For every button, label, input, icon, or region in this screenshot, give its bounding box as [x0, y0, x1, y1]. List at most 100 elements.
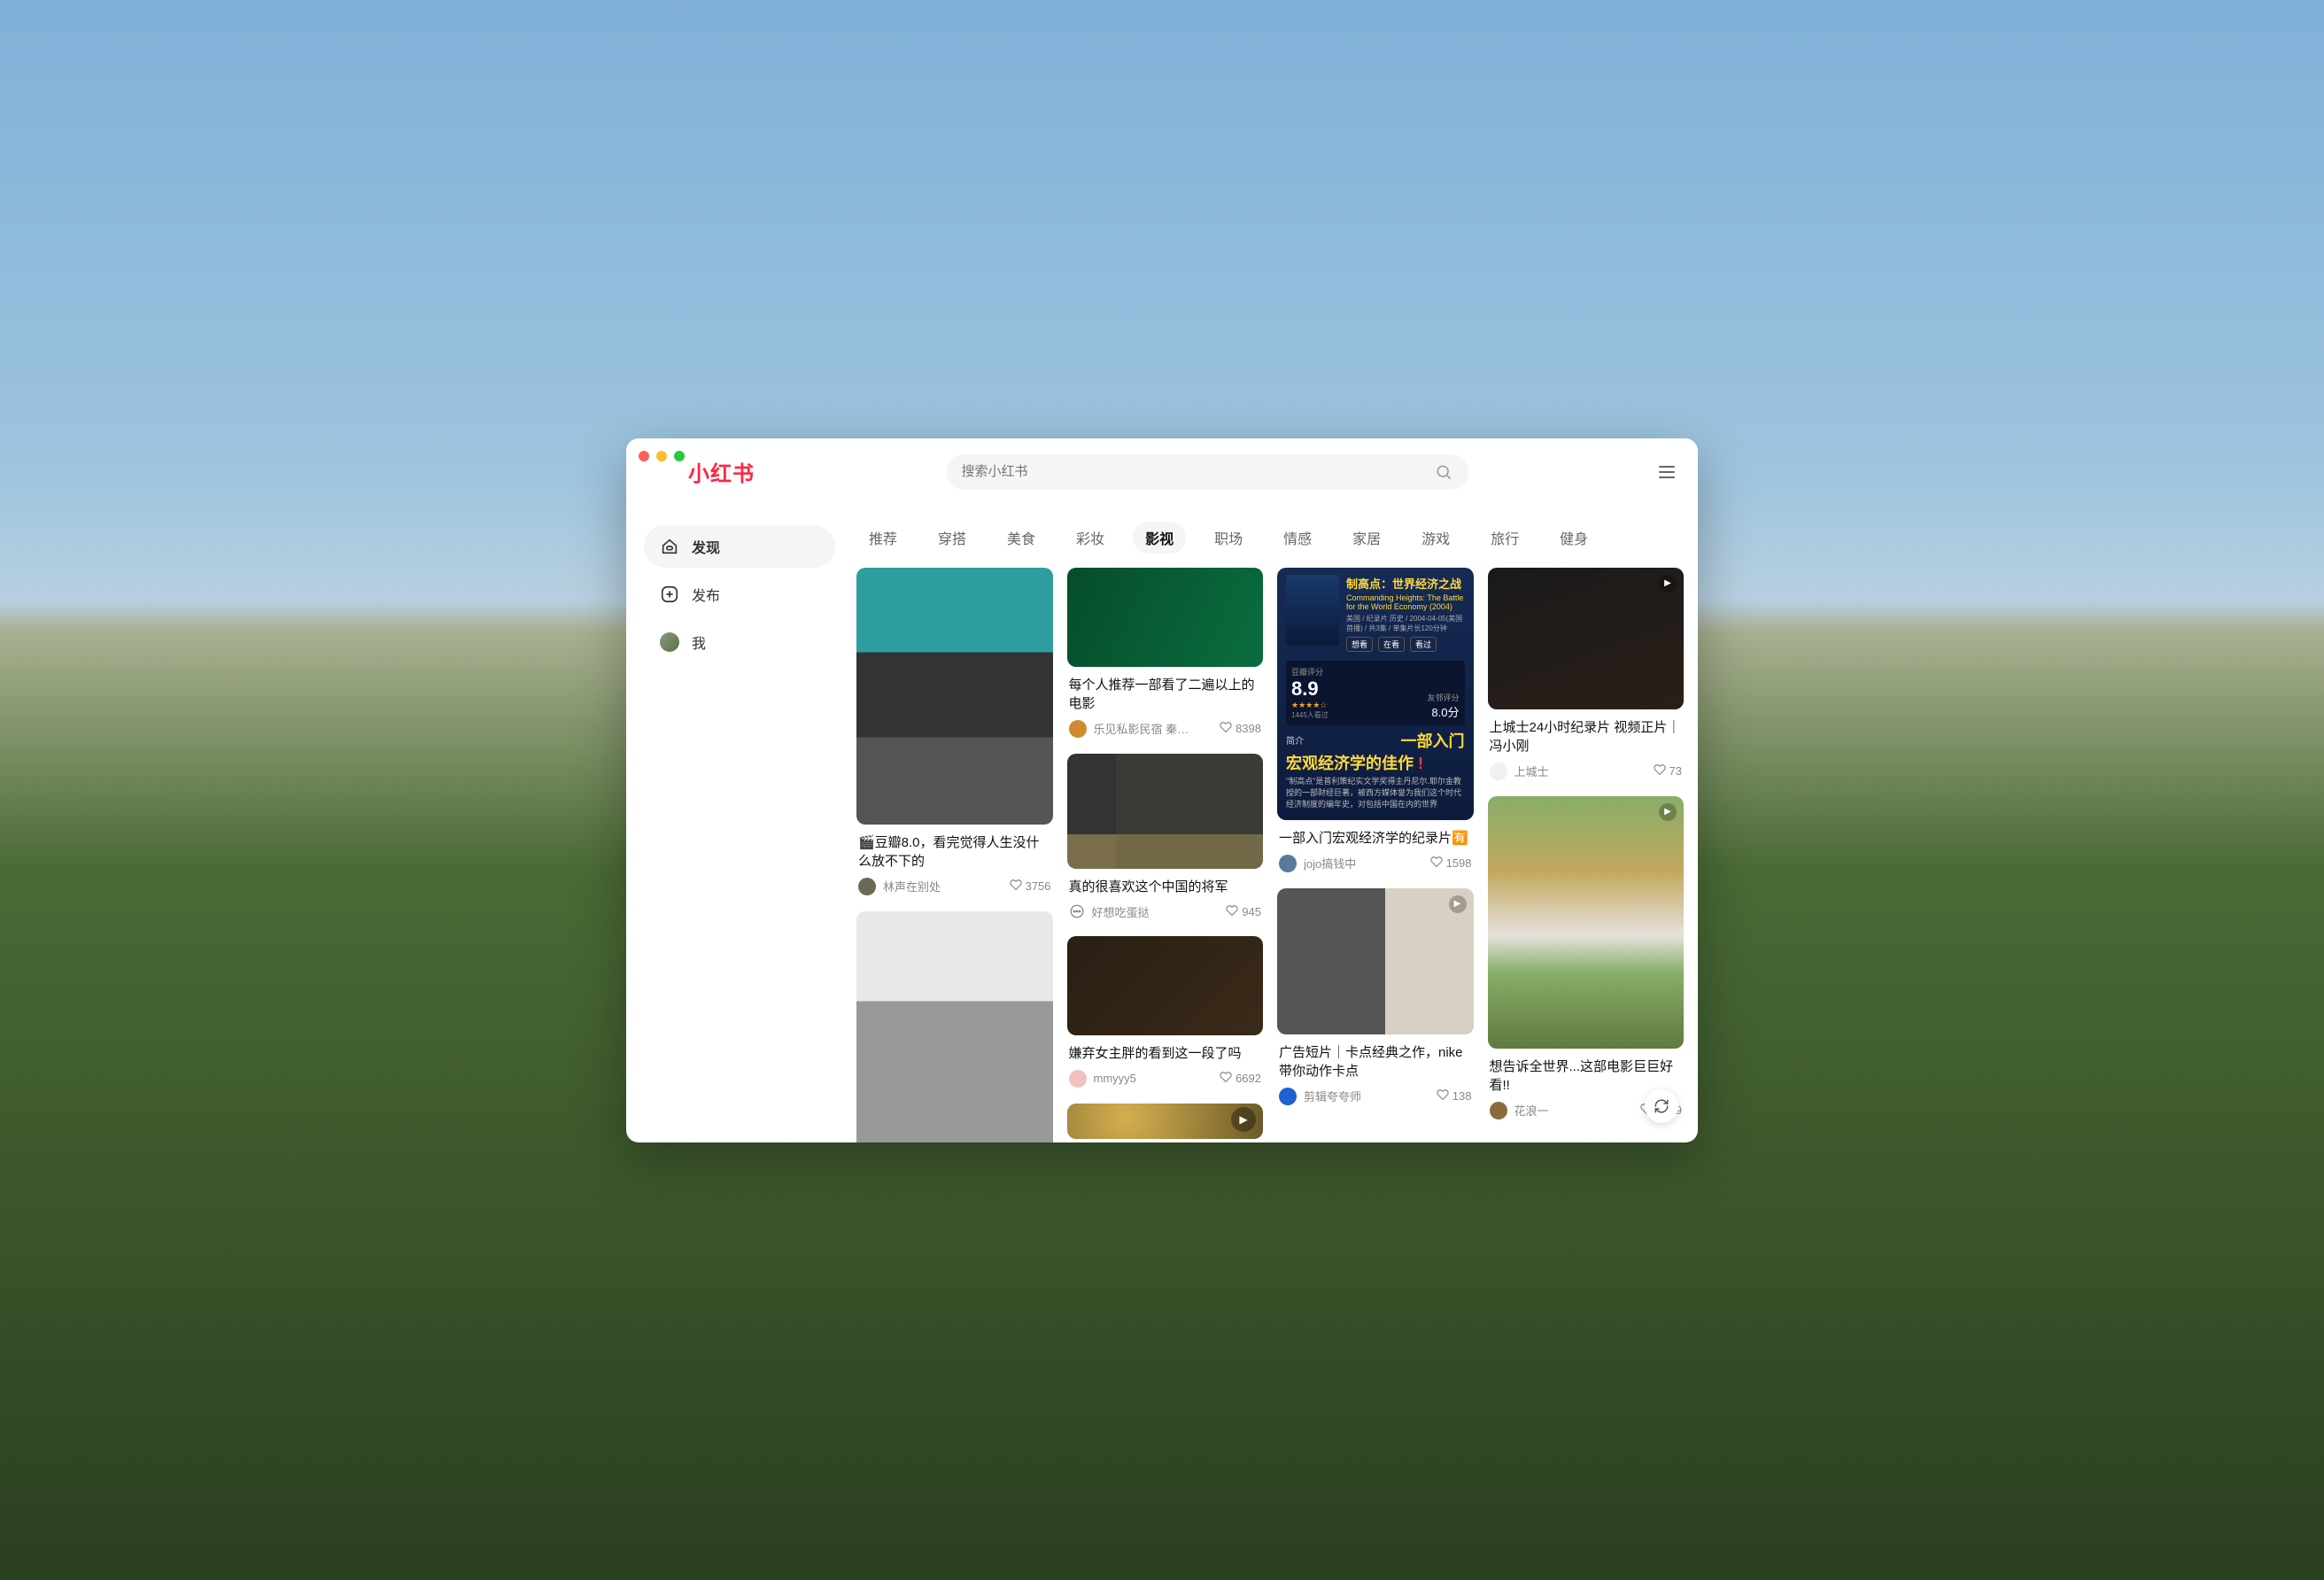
feed-card[interactable]: 嫌弃女主胖的看到这一段了吗 mmyyy5 6692 [1067, 936, 1264, 1088]
like-count: 1598 [1446, 856, 1472, 870]
fullscreen-window-button[interactable] [674, 451, 685, 461]
like-button[interactable]: 8398 [1220, 721, 1261, 736]
card-author[interactable]: jojo搞钱中 [1279, 855, 1356, 872]
card-author[interactable]: 上城士 [1490, 763, 1549, 780]
card-footer: 上城士 73 [1488, 763, 1685, 780]
feed-card[interactable]: ▶上城士24小时纪录片 视频正片｜冯小刚上城士73 [1488, 568, 1685, 780]
minimize-window-button[interactable] [656, 451, 667, 461]
card-thumbnail[interactable]: 制高点：世界经济之战 Commanding Heights: The Battl… [1277, 568, 1474, 820]
card-footer: 乐见私影民宿 秦… 8398 [1067, 720, 1264, 738]
card-author[interactable]: 花浪一 [1490, 1102, 1549, 1119]
sidebar-item-label: 我 [692, 631, 706, 653]
card-title: 嫌弃女主胖的看到这一段了吗 [1069, 1044, 1262, 1063]
author-name: 剪辑夸夸师 [1304, 1088, 1361, 1104]
search-input[interactable] [962, 464, 1426, 479]
tab-情感[interactable]: 情感 [1271, 522, 1324, 554]
feed-card[interactable] [856, 911, 1053, 1142]
avatar-icon [660, 632, 679, 652]
tab-穿搭[interactable]: 穿搭 [926, 522, 979, 554]
feed-card[interactable]: 制高点：世界经济之战 Commanding Heights: The Battl… [1277, 568, 1474, 872]
tab-彩妆[interactable]: 彩妆 [1064, 522, 1117, 554]
card-author[interactable]: 剪辑夸夸师 [1279, 1088, 1361, 1105]
card-thumbnail[interactable] [1067, 936, 1264, 1035]
sidebar-item-label: 发布 [692, 584, 720, 605]
like-count: 8398 [1236, 722, 1261, 735]
close-window-button[interactable] [639, 451, 649, 461]
like-button[interactable]: 3756 [1010, 879, 1051, 894]
card-title: 真的很喜欢这个中国的将军 [1069, 878, 1262, 896]
play-icon[interactable]: ▶ [1231, 1107, 1256, 1132]
tab-旅行[interactable]: 旅行 [1478, 522, 1531, 554]
search-bar[interactable] [946, 454, 1468, 490]
author-name: jojo搞钱中 [1304, 855, 1356, 871]
card-thumbnail[interactable] [1067, 568, 1264, 667]
sidebar-item-publish[interactable]: 发布 [644, 573, 835, 616]
topbar: 小红书 [626, 438, 1698, 499]
card-thumbnail[interactable]: ▶ [1488, 796, 1685, 1049]
card-author[interactable]: 乐见私影民宿 秦… [1069, 720, 1189, 738]
heart-icon [1220, 721, 1232, 736]
app-logo[interactable]: 小红书 [688, 456, 755, 487]
card-thumbnail[interactable] [856, 568, 1053, 825]
sidebar-item-label: 发现 [692, 536, 720, 557]
card-author[interactable]: 林声在别处 [858, 878, 941, 895]
tab-家居[interactable]: 家居 [1340, 522, 1393, 554]
heart-icon [1437, 1088, 1449, 1104]
card-thumbnail[interactable] [1067, 754, 1264, 869]
like-button[interactable]: 945 [1226, 904, 1261, 919]
tab-推荐[interactable]: 推荐 [856, 522, 910, 554]
video-badge-icon: ▶ [1449, 895, 1467, 913]
feed-card[interactable]: ▶想告诉全世界...这部电影巨巨好看!!花浪一3739 [1488, 796, 1685, 1119]
card-thumbnail[interactable]: ▶ [1067, 1104, 1264, 1139]
heart-icon [1430, 856, 1443, 871]
window-controls [639, 451, 685, 461]
card-thumbnail[interactable] [856, 911, 1053, 1142]
card-author[interactable]: 好想吃蛋挞 [1069, 903, 1150, 920]
card-title: 一部入门宏观经济学的纪录片🈶 [1279, 829, 1472, 848]
feed-card[interactable]: ▶ [1067, 1104, 1264, 1139]
feed-card[interactable]: 🎬豆瓣8.0，看完觉得人生没什么放不下的林声在别处3756 [856, 568, 1053, 895]
feed-grid: 🎬豆瓣8.0，看完觉得人生没什么放不下的林声在别处3756每个人推荐一部看了二遍… [856, 568, 1684, 1142]
card-title: 想告诉全世界...这部电影巨巨好看!! [1490, 1057, 1683, 1095]
card-thumbnail[interactable]: ▶ [1488, 568, 1685, 709]
like-count: 73 [1669, 764, 1682, 778]
refresh-icon [1654, 1098, 1669, 1114]
refresh-button[interactable] [1645, 1089, 1678, 1123]
tab-美食[interactable]: 美食 [995, 522, 1048, 554]
tab-影视[interactable]: 影视 [1133, 522, 1186, 554]
tab-游戏[interactable]: 游戏 [1409, 522, 1462, 554]
tab-健身[interactable]: 健身 [1547, 522, 1600, 554]
author-name: mmyyy5 [1094, 1072, 1136, 1085]
author-avatar [858, 878, 876, 895]
heart-icon [1220, 1071, 1232, 1086]
like-button[interactable]: 1598 [1430, 856, 1472, 871]
plus-icon [660, 585, 679, 604]
author-name: 林声在别处 [883, 878, 941, 895]
like-button[interactable]: 138 [1437, 1088, 1472, 1104]
like-count: 138 [1452, 1089, 1472, 1103]
feed-card[interactable]: 真的很喜欢这个中国的将军好想吃蛋挞 945 [1067, 754, 1264, 920]
like-button[interactable]: 73 [1654, 763, 1682, 778]
main-content: 推荐穿搭美食彩妆影视职场情感家居游戏旅行健身 🎬豆瓣8.0，看完觉得人生没什么放… [848, 499, 1698, 1142]
author-avatar [1490, 763, 1507, 780]
like-count: 6692 [1236, 1072, 1261, 1085]
author-avatar [1069, 720, 1087, 738]
card-author[interactable]: mmyyy5 [1069, 1070, 1136, 1088]
card-thumbnail[interactable]: ▶ [1277, 888, 1474, 1034]
sidebar-item-me[interactable]: 我 [644, 621, 835, 663]
tab-职场[interactable]: 职场 [1202, 522, 1255, 554]
author-avatar [1279, 1088, 1297, 1105]
feed-card[interactable]: ▶广告短片｜卡点经典之作，nike带你动作卡点剪辑夸夸师138 [1277, 888, 1474, 1105]
like-count: 945 [1242, 905, 1261, 918]
card-footer: 林声在别处 3756 [856, 878, 1053, 895]
like-button[interactable]: 6692 [1220, 1071, 1261, 1086]
feed-card[interactable]: 每个人推荐一部看了二遍以上的电影乐见私影民宿 秦…8398 [1067, 568, 1264, 738]
sidebar-item-discover[interactable]: 发现 [644, 525, 835, 568]
card-footer: jojo搞钱中 1598 [1277, 855, 1474, 872]
menu-button[interactable] [1659, 466, 1675, 478]
category-tabs: 推荐穿搭美食彩妆影视职场情感家居游戏旅行健身 [848, 499, 1693, 568]
chat-icon [1069, 903, 1085, 919]
author-avatar [1279, 855, 1297, 872]
feed-scroll[interactable]: 🎬豆瓣8.0，看完觉得人生没什么放不下的林声在别处3756每个人推荐一部看了二遍… [848, 568, 1693, 1142]
search-icon[interactable] [1435, 463, 1452, 481]
